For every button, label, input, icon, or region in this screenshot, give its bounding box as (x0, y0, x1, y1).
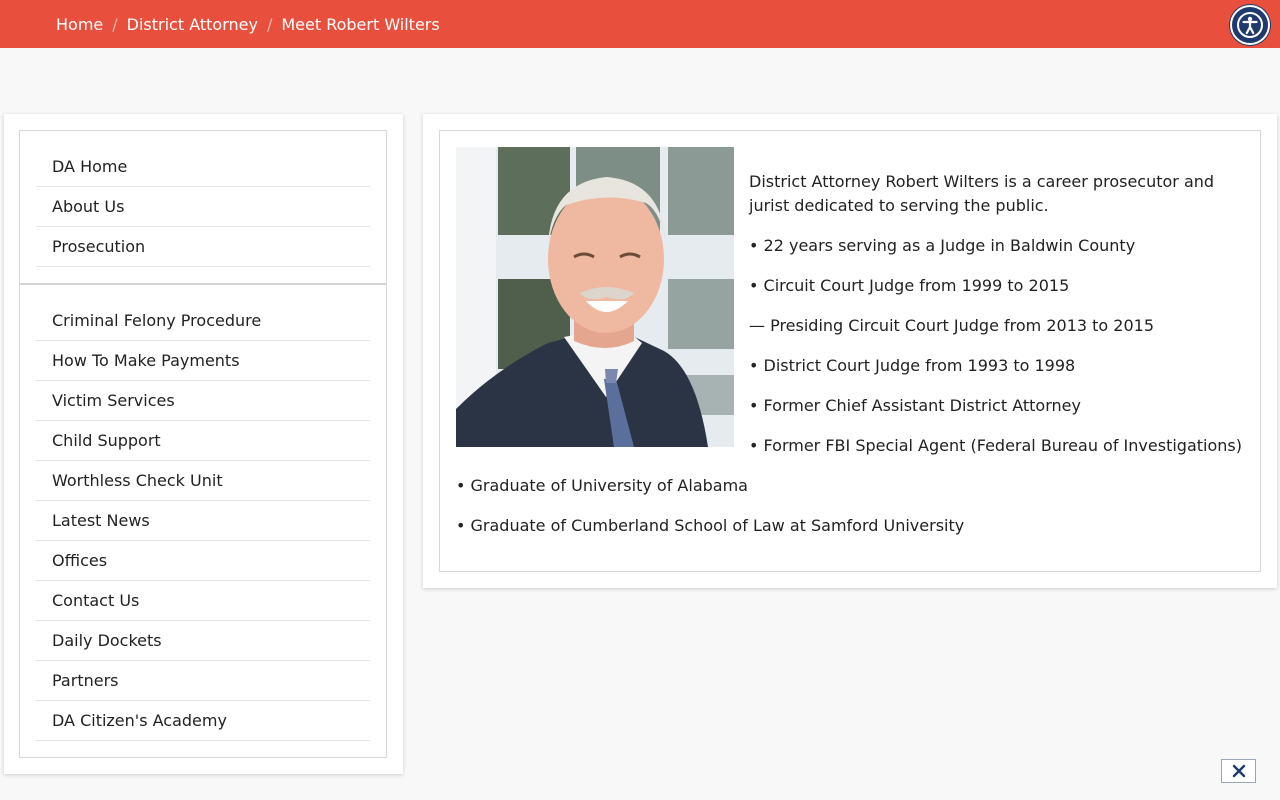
accessibility-button[interactable] (1230, 5, 1270, 45)
breadcrumb-district-attorney[interactable]: District Attorney (127, 15, 258, 34)
sidebar-item-worthless-check-unit[interactable]: Worthless Check Unit (36, 461, 370, 501)
sidebar-item-victim-services[interactable]: Victim Services (36, 381, 370, 421)
portrait-illustration (456, 147, 734, 447)
accessibility-icon (1237, 12, 1263, 38)
breadcrumb-current: Meet Robert Wilters (281, 14, 440, 34)
bio-panel: District Attorney Robert Wilters is a ca… (439, 130, 1261, 572)
main-content: District Attorney Robert Wilters is a ca… (423, 114, 1277, 588)
breadcrumb: Home / District Attorney / Meet Robert W… (56, 15, 440, 34)
top-bar: Home / District Attorney / Meet Robert W… (0, 0, 1280, 48)
sidebar-item-about-us[interactable]: About Us (36, 187, 370, 227)
sidebar-secondary-nav: Criminal Felony Procedure How To Make Pa… (20, 283, 386, 741)
close-icon (1232, 764, 1245, 778)
sidebar-item-how-to-make-payments[interactable]: How To Make Payments (36, 341, 370, 381)
sidebar-item-offices[interactable]: Offices (36, 541, 370, 581)
breadcrumb-separator: / (266, 14, 273, 34)
breadcrumb-home[interactable]: Home (56, 15, 103, 34)
sidebar: DA Home About Us Prosecution Criminal Fe… (4, 114, 403, 774)
sidebar-item-daily-dockets[interactable]: Daily Dockets (36, 621, 370, 661)
sidebar-item-criminal-felony-procedure[interactable]: Criminal Felony Procedure (36, 301, 370, 341)
bio-line: • Graduate of Cumberland School of Law a… (456, 516, 965, 535)
breadcrumb-separator: / (112, 14, 118, 34)
close-button[interactable] (1221, 759, 1256, 783)
sidebar-item-latest-news[interactable]: Latest News (36, 501, 370, 541)
bio-line: • Graduate of University of Alabama (456, 476, 748, 495)
sidebar-item-da-home[interactable]: DA Home (36, 147, 370, 187)
sidebar-item-contact-us[interactable]: Contact Us (36, 581, 370, 621)
sidebar-item-prosecution[interactable]: Prosecution (36, 227, 370, 267)
portrait-photo (456, 147, 734, 447)
sidebar-primary-nav: DA Home About Us Prosecution (20, 131, 386, 267)
sidebar-item-da-citizens-academy[interactable]: DA Citizen's Academy (36, 701, 370, 741)
sidebar-item-partners[interactable]: Partners (36, 661, 370, 701)
sidebar-panel: DA Home About Us Prosecution Criminal Fe… (19, 130, 387, 758)
sidebar-item-child-support[interactable]: Child Support (36, 421, 370, 461)
